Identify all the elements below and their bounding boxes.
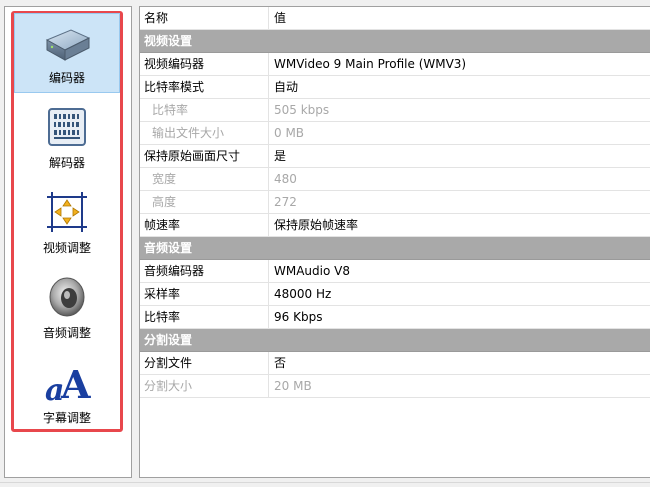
grid-header-name: 名称 bbox=[140, 7, 269, 29]
property-name: 比特率 bbox=[140, 99, 269, 121]
sidebar-item-label: 解码器 bbox=[48, 156, 85, 170]
sidebar-item-video-adjust[interactable]: 视频调整 bbox=[14, 182, 120, 262]
sidebar-item-decoder[interactable]: 解码器 bbox=[14, 97, 120, 177]
grid-header-value: 值 bbox=[274, 11, 287, 25]
sidebar-item-label: 视频调整 bbox=[42, 241, 91, 255]
property-name: 输出文件大小 bbox=[140, 122, 269, 144]
property-value[interactable]: 96 Kbps bbox=[270, 306, 322, 328]
bottom-divider bbox=[0, 482, 650, 483]
property-value[interactable]: 保持原始帧速率 bbox=[270, 214, 358, 236]
property-value[interactable]: WMVideo 9 Main Profile (WMV3) bbox=[270, 53, 466, 75]
property-row-height: 高度 272 bbox=[140, 191, 650, 214]
category-audio-settings[interactable]: 音频设置 bbox=[140, 237, 650, 260]
property-value[interactable]: WMAudio V8 bbox=[270, 260, 350, 282]
property-name: 帧速率 bbox=[140, 214, 269, 236]
decoder-barcode-icon bbox=[48, 108, 86, 146]
speaker-icon bbox=[49, 277, 85, 317]
property-name: 宽度 bbox=[140, 168, 269, 190]
sidebar-item-encoder[interactable]: 编码器 bbox=[14, 13, 120, 93]
property-row-bitrate-mode[interactable]: 比特率模式 自动 bbox=[140, 76, 650, 99]
sidebar-item-label: 编码器 bbox=[48, 71, 85, 85]
property-name: 分割大小 bbox=[140, 375, 269, 397]
encoder-device-icon bbox=[45, 29, 91, 61]
property-row-video-encoder[interactable]: 视频编码器 WMVideo 9 Main Profile (WMV3) bbox=[140, 53, 650, 76]
property-name: 音频编码器 bbox=[140, 260, 269, 282]
property-name: 分割文件 bbox=[140, 352, 269, 374]
property-name: 高度 bbox=[140, 191, 269, 213]
property-row-keep-original-size[interactable]: 保持原始画面尺寸 是 bbox=[140, 145, 650, 168]
category-split-settings[interactable]: 分割设置 bbox=[140, 329, 650, 352]
property-row-split-size: 分割大小 20 MB bbox=[140, 375, 650, 398]
property-name: 视频编码器 bbox=[140, 53, 269, 75]
property-value[interactable]: 自动 bbox=[270, 76, 298, 98]
property-row-audio-bitrate[interactable]: 比特率 96 Kbps bbox=[140, 306, 650, 329]
property-name: 采样率 bbox=[140, 283, 269, 305]
property-row-audio-encoder[interactable]: 音频编码器 WMAudio V8 bbox=[140, 260, 650, 283]
property-value: 0 MB bbox=[274, 126, 305, 140]
property-name: 比特率 bbox=[140, 306, 269, 328]
property-name: 比特率模式 bbox=[140, 76, 269, 98]
property-value: 480 bbox=[274, 172, 297, 186]
property-value: 20 MB bbox=[274, 379, 312, 393]
property-value[interactable]: 48000 Hz bbox=[270, 283, 331, 305]
settings-sidebar: 编码器 解码器 视频调整 音频调整 a A 字幕调整 bbox=[4, 6, 132, 478]
property-value: 505 kbps bbox=[274, 103, 330, 117]
property-value: 272 bbox=[274, 195, 297, 209]
sidebar-item-audio-adjust[interactable]: 音频调整 bbox=[14, 267, 120, 347]
sidebar-item-subtitle-adjust[interactable]: a A 字幕调整 bbox=[14, 352, 120, 432]
sidebar-item-label: 字幕调整 bbox=[42, 411, 91, 425]
property-value[interactable]: 否 bbox=[270, 352, 286, 374]
grid-header-row: 名称 值 bbox=[140, 7, 650, 30]
property-row-width: 宽度 480 bbox=[140, 168, 650, 191]
property-row-split-file[interactable]: 分割文件 否 bbox=[140, 352, 650, 375]
property-row-video-bitrate: 比特率 505 kbps bbox=[140, 99, 650, 122]
subtitle-letter-a-icon: a A bbox=[45, 362, 91, 406]
video-resize-arrows-icon bbox=[47, 192, 87, 232]
property-name: 保持原始画面尺寸 bbox=[140, 145, 269, 167]
category-video-settings[interactable]: 视频设置 bbox=[140, 30, 650, 53]
property-row-output-file-size: 输出文件大小 0 MB bbox=[140, 122, 650, 145]
svg-text:A: A bbox=[60, 362, 91, 406]
property-row-frame-rate[interactable]: 帧速率 保持原始帧速率 bbox=[140, 214, 650, 237]
property-row-sample-rate[interactable]: 采样率 48000 Hz bbox=[140, 283, 650, 306]
property-value[interactable]: 是 bbox=[270, 145, 286, 167]
property-grid: 名称 值 视频设置 视频编码器 WMVideo 9 Main Profile (… bbox=[139, 6, 650, 478]
sidebar-item-label: 音频调整 bbox=[42, 326, 91, 340]
